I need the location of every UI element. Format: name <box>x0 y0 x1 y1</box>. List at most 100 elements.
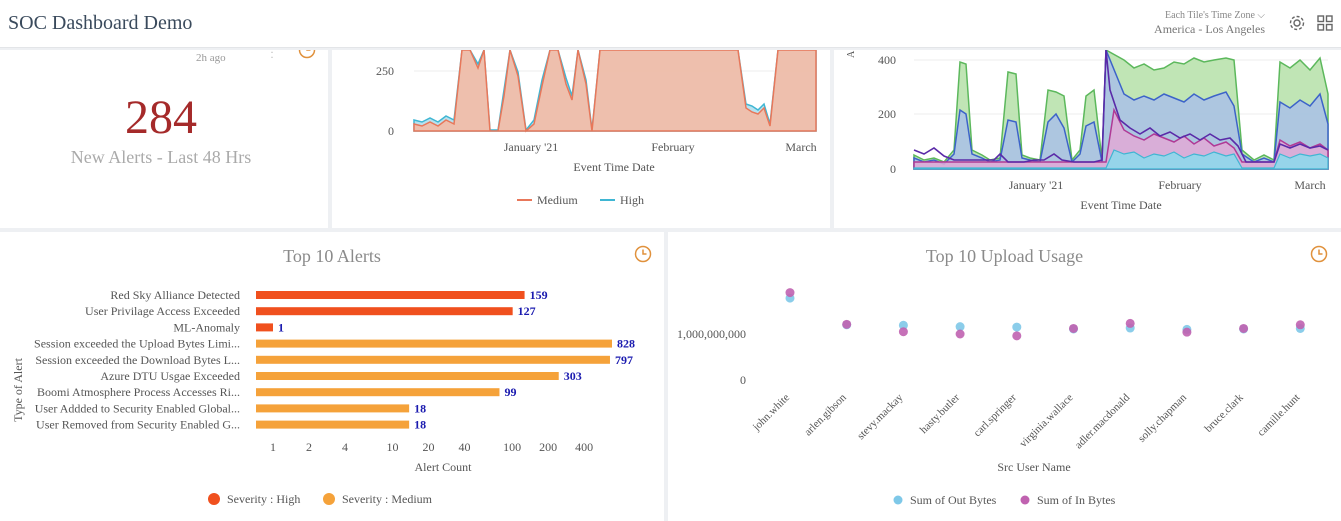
kpi-label: New Alerts - Last 48 Hrs <box>70 147 252 167</box>
alert-bar[interactable] <box>256 372 559 380</box>
upload-point[interactable] <box>898 327 908 337</box>
kpi-value: 284 <box>125 91 197 144</box>
x-tick-label: 1 <box>270 440 276 454</box>
y-tick-250: 250 <box>376 64 394 78</box>
alert-category-label: Session exceeded the Download Bytes L... <box>35 353 240 367</box>
x-axis-label: Event Time Date <box>1080 198 1161 212</box>
kpi-updated-time: 2h ago <box>196 52 226 64</box>
legend-medium[interactable]: Medium <box>537 193 578 207</box>
alert-bar[interactable] <box>256 355 610 364</box>
y-axis-label: Type of Alert <box>11 357 25 421</box>
alert-bar[interactable] <box>256 339 612 348</box>
legend-severity-medium[interactable]: Severity : Medium <box>342 492 433 506</box>
upload-point[interactable] <box>1012 331 1022 341</box>
top-alerts-tile: Top 10 Alerts Type of Alert Alert Count … <box>0 232 664 521</box>
x-tick-february: February <box>1158 178 1201 192</box>
x-tick-label: 10 <box>387 440 399 454</box>
x-tick-label: 20 <box>423 440 435 454</box>
y-tick-0: 0 <box>388 124 394 138</box>
legend-high-swatch <box>208 493 220 505</box>
alert-bar[interactable] <box>256 420 410 429</box>
x-axis-label: Event Time Date <box>573 160 654 174</box>
grid-icon[interactable] <box>1316 14 1334 32</box>
top-upload-chart: 0 1,000,000,000 Src User Name john.white… <box>677 288 1305 507</box>
timezone-label: Each Tile's Time Zone ⌵ <box>1165 10 1265 21</box>
alert-category-label: Azure DTU Usgae Exceeded <box>100 369 240 383</box>
alert-bar-value: 797 <box>615 353 633 367</box>
upload-point[interactable] <box>1295 320 1305 330</box>
alerts-over-time-chart: 250 0 January '21 February March Event T… <box>376 50 817 207</box>
upload-point[interactable] <box>1239 323 1249 333</box>
x-axis-label: Src User Name <box>997 460 1070 474</box>
top-alerts-chart: Type of Alert Alert Count Red Sky Allian… <box>11 288 635 506</box>
kpi-tile: 2h ago · · 284 New Alerts - Last 48 Hrs <box>0 50 328 228</box>
alert-category-label: User Removed from Security Enabled G... <box>36 418 240 432</box>
x-tick-label: 40 <box>459 440 471 454</box>
alert-bar[interactable] <box>256 307 513 316</box>
user-name-label: john.white <box>750 392 792 434</box>
y-tick-200: 200 <box>878 107 896 121</box>
upload-point[interactable] <box>785 288 795 298</box>
x-tick-label: 4 <box>342 440 348 454</box>
x-tick-label: 200 <box>539 440 557 454</box>
y-tick-0: 0 <box>890 162 896 176</box>
user-name-label: stevy.mackay <box>855 391 906 442</box>
chevron-down-icon: ⌵ <box>1257 10 1265 21</box>
user-name-label: bruce.clark <box>1202 391 1246 435</box>
alert-bar-value: 127 <box>518 304 536 318</box>
upload-point[interactable] <box>1125 318 1135 328</box>
more-options-icon[interactable]: · · <box>270 50 274 63</box>
clock-icon[interactable] <box>1310 245 1328 263</box>
alert-bar[interactable] <box>256 404 410 413</box>
alert-bar-value: 828 <box>617 337 635 351</box>
x-tick-march: March <box>1294 178 1325 192</box>
user-name-label: arlen.gibson <box>802 391 849 438</box>
top-upload-title: Top 10 Upload Usage <box>925 246 1084 266</box>
legend-out-bytes[interactable]: Sum of Out Bytes <box>910 493 997 507</box>
user-name-label: hasty.butler <box>918 391 963 436</box>
clock-icon[interactable] <box>634 245 652 263</box>
upload-point[interactable] <box>1182 327 1192 337</box>
x-tick-january: January '21 <box>1009 178 1063 192</box>
user-name-label: virginia.wallace <box>1017 392 1075 450</box>
timezone-value: America - Los Angeles <box>1154 22 1265 36</box>
x-tick-label: 2 <box>306 440 312 454</box>
alerts-over-time-tile: 250 0 January '21 February March Event T… <box>332 50 830 228</box>
user-name-label: solly.chapman <box>1136 391 1189 444</box>
y-axis-label-fragment: A <box>846 50 857 58</box>
upload-point[interactable] <box>842 319 852 329</box>
upload-point[interactable] <box>955 329 965 339</box>
clock-icon[interactable] <box>298 50 316 59</box>
legend-medium-swatch <box>323 493 335 505</box>
alert-bar-value: 18 <box>414 401 426 415</box>
alert-category-label: ML-Anomaly <box>173 320 240 334</box>
x-tick-label: 400 <box>575 440 593 454</box>
alert-bar-value: 1 <box>278 320 284 334</box>
upload-point[interactable] <box>1069 323 1078 333</box>
app-header: SOC Dashboard Demo Each Tile's Time Zone… <box>0 0 1341 48</box>
x-tick-label: 100 <box>503 440 521 454</box>
alert-bar[interactable] <box>256 388 500 397</box>
x-axis-label: Alert Count <box>415 460 473 474</box>
events-by-type-chart: A 400 200 0 January '21 February March E… <box>846 50 1329 212</box>
dashboard-title: SOC Dashboard Demo <box>8 12 193 34</box>
alert-bar-value: 99 <box>504 385 516 399</box>
alert-bar-value: 303 <box>564 369 582 383</box>
top-upload-tile: Top 10 Upload Usage 0 1,000,000,000 Src … <box>668 232 1341 521</box>
x-tick-january: January '21 <box>504 140 558 154</box>
gear-icon[interactable] <box>1288 14 1306 32</box>
legend-severity-high[interactable]: Severity : High <box>227 492 300 506</box>
alert-bar[interactable] <box>256 291 525 299</box>
alert-bar-value: 159 <box>530 288 548 302</box>
alert-category-label: Red Sky Alliance Detected <box>110 288 240 302</box>
legend-high[interactable]: High <box>620 193 644 207</box>
user-name-label: carl.springer <box>971 391 1019 439</box>
upload-point[interactable] <box>1012 322 1022 332</box>
medium-area <box>413 50 817 133</box>
x-tick-march: March <box>785 140 816 154</box>
alert-category-label: Session exceeded the Upload Bytes Limi..… <box>34 337 240 351</box>
legend-in-bytes[interactable]: Sum of In Bytes <box>1037 493 1116 507</box>
y-tick-0: 0 <box>740 373 746 387</box>
timezone-selector[interactable]: Each Tile's Time Zone ⌵ America - Los An… <box>1154 10 1265 37</box>
alert-bar[interactable] <box>256 323 273 332</box>
